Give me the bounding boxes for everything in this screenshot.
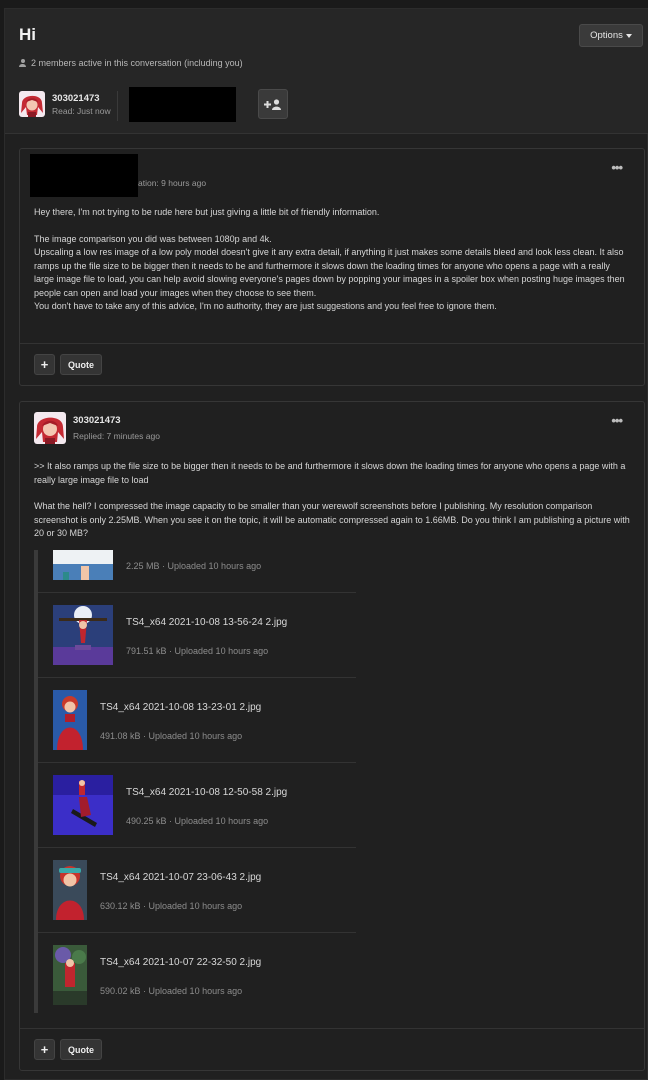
conversation-header: Hi Options 2 members active in this conv… — [5, 9, 648, 134]
message-body: Hey there, I'm not trying to be rude her… — [34, 206, 630, 314]
participant-name[interactable]: 303021473 — [52, 93, 111, 104]
author-name[interactable]: 303021473 — [73, 415, 121, 426]
message-paragraph: You don't have to take any of this advic… — [34, 301, 497, 311]
attachment-thumbnail[interactable] — [53, 945, 87, 1005]
members-status: 2 members active in this conversation (i… — [19, 58, 243, 68]
more-options-icon[interactable]: ••• — [611, 160, 623, 175]
attachment-meta: 491.08 kB · Uploaded 10 hours ago — [100, 731, 243, 741]
attachment-item[interactable]: TS4_x64 2021-10-07 23-06-43 2.jpg 630.12… — [38, 848, 356, 933]
attachment-meta: 791.51 kB · Uploaded 10 hours ago — [126, 646, 269, 656]
attachment-filename[interactable]: TS4_x64 2021-10-08 13-23-01 2.jpg — [100, 702, 261, 713]
quote-button[interactable]: Quote — [60, 354, 102, 375]
redacted-author — [30, 154, 138, 197]
message-post: 303021473 Replied: 7 minutes ago ••• >> … — [19, 401, 645, 1071]
conversation-title: Hi — [19, 25, 36, 44]
add-user-icon — [264, 98, 281, 110]
caret-down-icon — [625, 33, 632, 38]
attachment-thumbnail[interactable] — [53, 860, 87, 920]
react-plus-button[interactable]: + — [34, 354, 55, 375]
attachment-item[interactable]: 2.25 MB · Uploaded 10 hours ago — [38, 550, 356, 593]
attachment-item[interactable]: TS4_x64 2021-10-07 22-32-50 2.jpg 590.02… — [38, 933, 356, 1013]
attachment-meta: 590.02 kB · Uploaded 10 hours ago — [100, 986, 243, 996]
redacted-participant — [129, 87, 236, 122]
quoted-text: >> It also ramps up the file size to be … — [34, 461, 626, 485]
attachment-list[interactable]: 2.25 MB · Uploaded 10 hours ago TS4_x64 … — [34, 550, 356, 1013]
message-paragraph: What the hell? I compressed the image ca… — [34, 501, 630, 538]
attachment-item[interactable]: TS4_x64 2021-10-08 13-23-01 2.jpg 491.08… — [38, 678, 356, 763]
message-post: ation: 9 hours ago ••• Hey there, I'm no… — [19, 148, 645, 386]
avatar[interactable] — [19, 91, 45, 117]
attachment-item[interactable]: TS4_x64 2021-10-08 12-50-58 2.jpg 490.25… — [38, 763, 356, 848]
participant-card: 303021473 Read: Just now — [19, 91, 111, 117]
quote-button[interactable]: Quote — [60, 1039, 102, 1060]
message-time: ation: 9 hours ago — [138, 178, 207, 188]
react-plus-button[interactable]: + — [34, 1039, 55, 1060]
message-actions: + Quote — [20, 343, 644, 385]
attachment-filename[interactable]: TS4_x64 2021-10-08 12-50-58 2.jpg — [126, 787, 287, 798]
avatar[interactable] — [34, 412, 66, 444]
message-actions: + Quote — [20, 1028, 644, 1070]
attachment-filename[interactable]: TS4_x64 2021-10-07 23-06-43 2.jpg — [100, 872, 261, 883]
message-body: >> It also ramps up the file size to be … — [34, 460, 630, 541]
invite-user-button[interactable] — [258, 89, 288, 119]
attachment-item[interactable]: TS4_x64 2021-10-08 13-56-24 2.jpg 791.51… — [38, 593, 356, 678]
message-paragraph: Upscaling a low res image of a low poly … — [34, 247, 625, 298]
divider — [117, 91, 118, 121]
conversation-page: Hi Options 2 members active in this conv… — [4, 8, 648, 1080]
options-label: Options — [590, 30, 623, 41]
attachment-meta: 630.12 kB · Uploaded 10 hours ago — [100, 901, 243, 911]
attachment-thumbnail[interactable] — [53, 775, 113, 835]
user-icon — [19, 59, 26, 67]
participant-read-status: Read: Just now — [52, 105, 111, 116]
options-button[interactable]: Options — [579, 24, 643, 47]
attachment-meta: 2.25 MB · Uploaded 10 hours ago — [126, 561, 262, 571]
attachment-filename[interactable]: TS4_x64 2021-10-07 22-32-50 2.jpg — [100, 957, 261, 968]
attachment-thumbnail[interactable] — [53, 550, 113, 580]
attachment-filename[interactable]: TS4_x64 2021-10-08 13-56-24 2.jpg — [126, 617, 287, 628]
more-options-icon[interactable]: ••• — [611, 413, 623, 428]
message-time: Replied: 7 minutes ago — [73, 431, 160, 441]
attachment-thumbnail[interactable] — [53, 605, 113, 665]
message-paragraph: Hey there, I'm not trying to be rude her… — [34, 207, 380, 217]
attachment-thumbnail[interactable] — [53, 690, 87, 750]
message-paragraph: The image comparison you did was between… — [34, 233, 272, 244]
attachment-meta: 490.25 kB · Uploaded 10 hours ago — [126, 816, 269, 826]
members-text: 2 members active in this conversation (i… — [31, 58, 243, 68]
